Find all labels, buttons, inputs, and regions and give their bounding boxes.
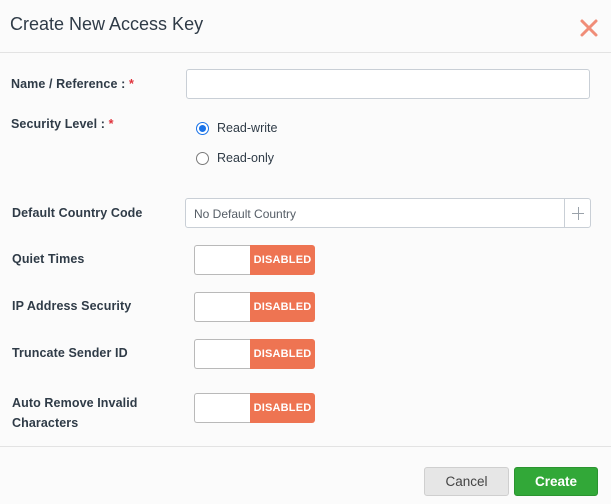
ip-address-security-toggle[interactable]: DISABLED: [194, 292, 315, 322]
auto-remove-label-line2: Characters: [12, 416, 79, 430]
truncate-sender-id-label: Truncate Sender ID: [12, 346, 128, 360]
name-required-mark: *: [128, 77, 134, 91]
status-badge: DISABLED: [250, 339, 315, 369]
name-label: Name / Reference : *: [11, 77, 134, 91]
toggle-knob: [194, 339, 250, 369]
cancel-button[interactable]: Cancel: [424, 467, 509, 496]
security-required-mark: *: [108, 117, 114, 131]
auto-remove-invalid-characters-label: Auto Remove Invalid Characters: [12, 393, 138, 433]
quiet-times-toggle[interactable]: DISABLED: [194, 245, 315, 275]
dialog-body: Name / Reference : * Security Level : * …: [0, 54, 611, 446]
default-country-select[interactable]: No Default Country: [185, 198, 565, 228]
quiet-times-label: Quiet Times: [12, 252, 85, 266]
status-badge: DISABLED: [250, 245, 315, 275]
radio-read-only-label: Read-only: [217, 151, 274, 165]
auto-remove-invalid-characters-toggle[interactable]: DISABLED: [194, 393, 315, 423]
dialog-header: Create New Access Key: [0, 0, 611, 53]
add-country-button[interactable]: [564, 198, 591, 228]
status-badge: DISABLED: [250, 393, 315, 423]
dialog-title: Create New Access Key: [10, 14, 204, 34]
security-level-label: Security Level : *: [11, 117, 114, 131]
status-badge: DISABLED: [250, 292, 315, 322]
truncate-sender-id-toggle[interactable]: DISABLED: [194, 339, 315, 369]
close-icon[interactable]: [579, 18, 599, 38]
radio-read-write-control[interactable]: [196, 121, 209, 135]
toggle-knob: [194, 393, 250, 423]
radio-read-write-label: Read-write: [217, 121, 278, 135]
radio-read-only-control[interactable]: [196, 151, 209, 165]
radio-read-only[interactable]: Read-only: [196, 151, 274, 165]
dialog-footer: Cancel Create: [0, 446, 611, 504]
create-button[interactable]: Create: [514, 467, 598, 496]
ip-address-security-label: IP Address Security: [12, 299, 132, 313]
toggle-knob: [194, 292, 250, 322]
name-label-text: Name / Reference :: [11, 77, 126, 91]
name-reference-input[interactable]: [186, 69, 590, 99]
toggle-knob: [194, 245, 250, 275]
default-country-label: Default Country Code: [12, 206, 143, 220]
auto-remove-label-line1: Auto Remove Invalid: [12, 396, 138, 410]
radio-read-write[interactable]: Read-write: [196, 121, 277, 135]
security-label-text: Security Level :: [11, 117, 106, 131]
create-access-key-dialog: Create New Access Key Name / Reference :…: [0, 0, 611, 504]
